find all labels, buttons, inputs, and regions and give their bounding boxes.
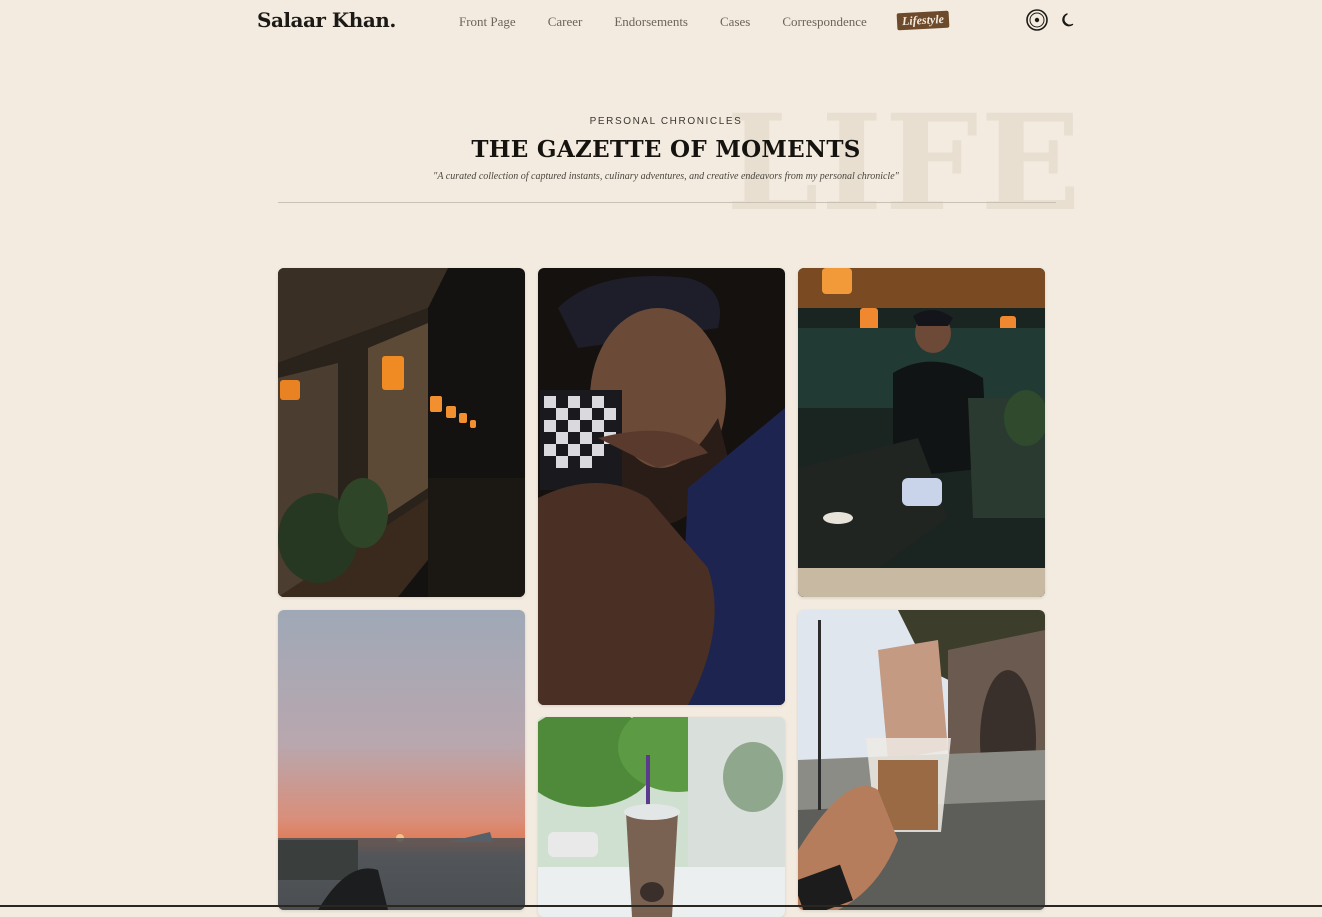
nav-endorsements[interactable]: Endorsements [614, 14, 688, 30]
gallery-photo-cafe-seated[interactable] [798, 268, 1045, 597]
gallery-photo-iced-coffee[interactable] [538, 717, 785, 917]
nav-cases[interactable]: Cases [720, 14, 750, 30]
gallery-photo-mirror-selfie[interactable] [538, 268, 785, 705]
hero-kicker: PERSONAL CHRONICLES [589, 116, 743, 127]
nav-front-page[interactable]: Front Page [459, 14, 516, 30]
nav-lifestyle[interactable]: Lifestyle [896, 10, 950, 31]
moon-icon[interactable] [1060, 11, 1078, 29]
page-title: THE GAZETTE OF MOMENTS [471, 136, 861, 163]
record-icon[interactable] [1026, 9, 1048, 31]
hero-divider [278, 202, 1056, 203]
gallery-photo-sunset[interactable] [278, 610, 525, 910]
gallery-photo-corridor[interactable] [278, 268, 525, 597]
hero-tagline: "A curated collection of captured instan… [433, 171, 899, 182]
main-nav: Front Page Career Endorsements Cases Cor… [459, 10, 950, 31]
nav-career[interactable]: Career [548, 14, 583, 30]
nav-correspondence[interactable]: Correspondence [782, 14, 866, 30]
site-brand[interactable]: Salaar Khan. [257, 8, 396, 32]
gallery-photo-street-coffee[interactable] [798, 610, 1045, 910]
